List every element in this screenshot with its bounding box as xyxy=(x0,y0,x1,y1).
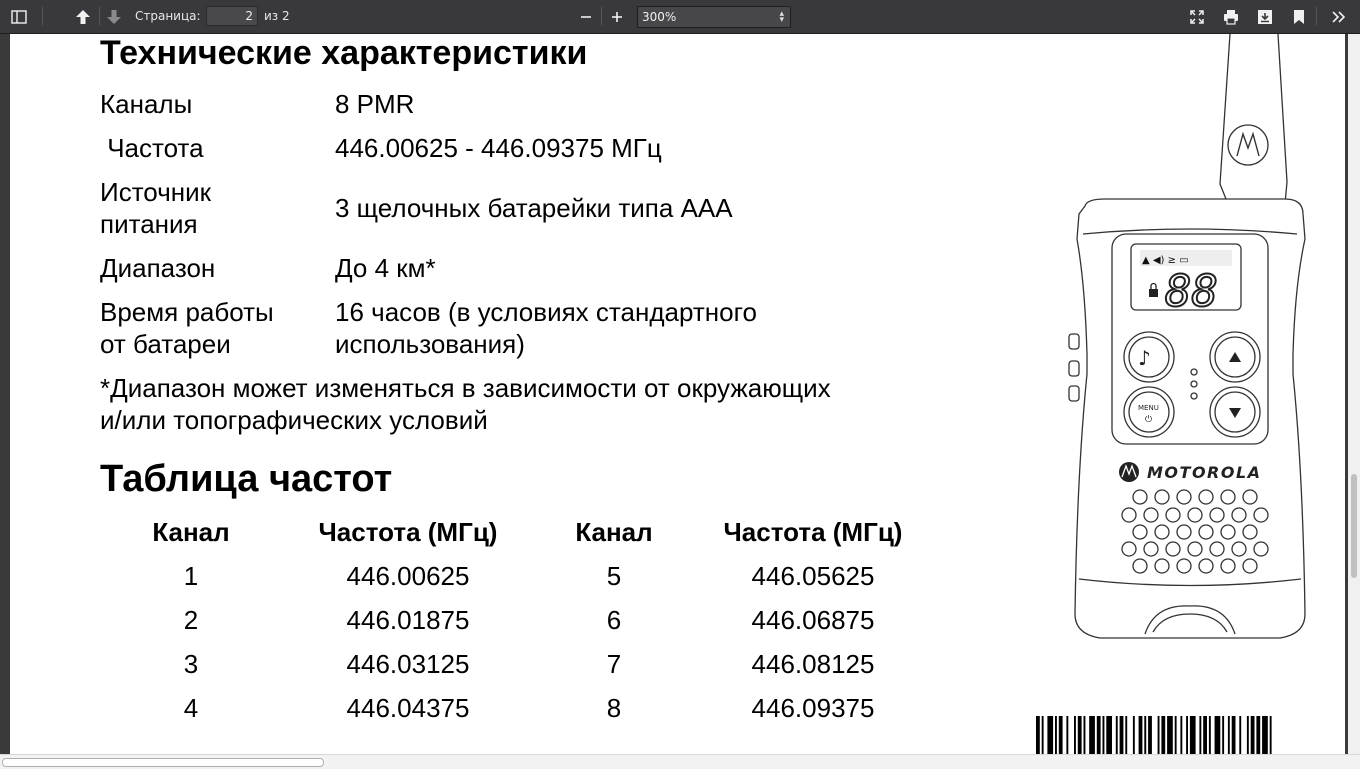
spec-value-frequency: 446.00625 - 446.09375 МГц xyxy=(335,133,662,163)
previous-page-button[interactable] xyxy=(72,6,94,28)
table-cell: 446.09375 xyxy=(751,693,875,723)
tools-button[interactable] xyxy=(1328,6,1350,28)
zoom-select[interactable]: 300% ▴ ▾ xyxy=(637,6,791,28)
document-viewer[interactable]: Технические характеристики Каналы 8 PMR … xyxy=(0,34,1360,754)
horizontal-scrollbar[interactable] xyxy=(0,754,1360,769)
page-total: из 2 xyxy=(264,9,290,23)
svg-text:▲ ◀) ≥ ▭: ▲ ◀) ≥ ▭ xyxy=(1142,255,1189,266)
radio-menu-label: MENU xyxy=(1138,404,1159,412)
page-content: Технические характеристики Каналы 8 PMR … xyxy=(10,34,1345,754)
table-header: Частота (МГц) xyxy=(723,517,903,547)
page-label: Страница: xyxy=(135,9,201,23)
sidebar-toggle-button[interactable] xyxy=(8,6,30,28)
table-cell: 446.05625 xyxy=(751,561,875,591)
table-cell: 446.00625 xyxy=(346,561,470,591)
download-button[interactable] xyxy=(1254,6,1276,28)
vertical-scroll-thumb[interactable] xyxy=(1351,474,1357,578)
table-header: Канал xyxy=(152,517,230,547)
sidebar-toggle-icon xyxy=(11,10,27,24)
next-page-button[interactable] xyxy=(103,6,125,28)
presentation-mode-icon xyxy=(1190,10,1204,24)
table-cell: 3 xyxy=(183,649,199,679)
table-cell: 5 xyxy=(606,561,622,591)
pdf-toolbar: Страница: из 2 300% ▴▾ xyxy=(0,0,1360,34)
frequency-table-title: Таблица частот xyxy=(100,458,393,500)
zoom-out-icon xyxy=(581,16,591,18)
spec-label-power-line2: питания xyxy=(100,209,198,239)
spec-value-battery-line2: использования) xyxy=(335,329,525,359)
svg-text:♪: ♪ xyxy=(1138,346,1151,370)
page-number-input[interactable] xyxy=(206,6,258,26)
range-note-line1: *Диапазон может изменяться в зависимости… xyxy=(100,373,831,403)
spec-label-channels: Каналы xyxy=(100,89,193,119)
print-icon xyxy=(1224,10,1238,25)
horizontal-scroll-thumb[interactable] xyxy=(2,758,324,767)
print-button[interactable] xyxy=(1220,6,1242,28)
table-cell: 446.06875 xyxy=(751,605,875,635)
table-cell: 6 xyxy=(606,605,622,635)
table-header: Канал xyxy=(575,517,653,547)
radio-display-digits: 88 xyxy=(1165,266,1218,317)
document-page: Технические характеристики Каналы 8 PMR … xyxy=(10,34,1345,754)
spec-label-battery-line1: Время работы xyxy=(100,297,274,327)
spec-value-power: 3 щелочных батарейки типа AAA xyxy=(335,193,733,223)
table-cell: 8 xyxy=(606,693,622,723)
range-note-line2: и/или топографических условий xyxy=(100,405,488,435)
table-cell: 446.08125 xyxy=(751,649,875,679)
table-cell: 1 xyxy=(183,561,199,591)
tools-icon xyxy=(1332,11,1346,23)
radio-brand-label: MOTOROLA xyxy=(1147,463,1262,482)
table-cell: 446.04375 xyxy=(346,693,470,723)
zoom-value: 300% xyxy=(642,10,677,24)
walkie-talkie-illustration: ▲ ◀) ≥ ▭ 88 ♪ MENU ⏻ MOTOROLA xyxy=(1068,34,1306,639)
bookmark-button[interactable] xyxy=(1288,6,1310,28)
table-cell: 446.01875 xyxy=(346,605,470,635)
chevron-updown-icon: ▴ ▾ xyxy=(779,9,784,25)
table-cell: 2 xyxy=(183,605,199,635)
previous-page-icon xyxy=(76,10,90,24)
spec-value-battery-line1: 16 часов (в условиях стандартного xyxy=(335,297,757,327)
spec-label-battery-line2: от батареи xyxy=(100,329,231,359)
zoom-in-icon xyxy=(612,12,622,22)
zoom-in-button[interactable] xyxy=(606,6,628,28)
vertical-scrollbar[interactable] xyxy=(1348,34,1360,754)
table-cell: 446.03125 xyxy=(346,649,470,679)
spec-label-range: Диапазон xyxy=(100,253,216,283)
table-cell: 7 xyxy=(606,649,622,679)
next-page-icon xyxy=(107,10,121,24)
table-header: Частота (МГц) xyxy=(318,517,498,547)
presentation-mode-button[interactable] xyxy=(1186,6,1208,28)
spec-value-range: До 4 км* xyxy=(335,253,436,283)
barcode-image xyxy=(1036,716,1272,754)
spec-label-frequency: Частота xyxy=(100,133,204,163)
specs-title: Технические характеристики xyxy=(100,34,588,72)
zoom-out-button[interactable] xyxy=(575,6,597,28)
download-icon xyxy=(1258,10,1272,24)
spec-value-channels: 8 PMR xyxy=(335,89,415,119)
svg-text:⏻: ⏻ xyxy=(1145,414,1152,425)
spec-label-power-line1: Источник xyxy=(100,177,211,207)
bookmark-icon xyxy=(1294,10,1304,24)
table-cell: 4 xyxy=(183,693,199,723)
